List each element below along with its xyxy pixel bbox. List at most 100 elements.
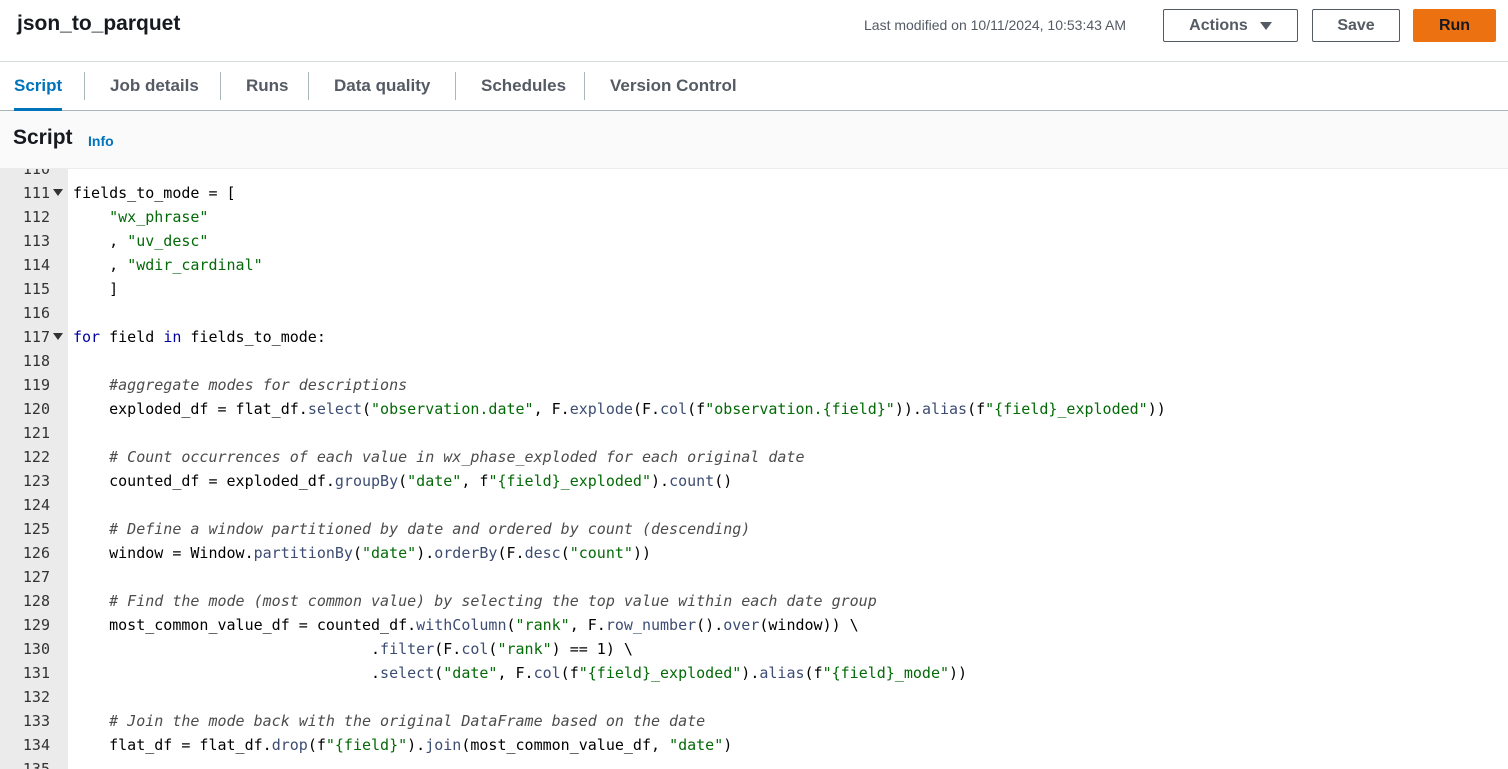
line-number: 128 [22, 592, 50, 610]
code-line: 121 [0, 421, 1508, 445]
code-text: .filter(F.col("rank") == 1) \ [73, 640, 633, 658]
line-number: 122 [22, 448, 50, 466]
code-text: exploded_df = flat_df.select("observatio… [73, 400, 1166, 418]
line-number: 119 [22, 376, 50, 394]
tab-label: Data quality [334, 76, 431, 95]
code-line: 113 , "uv_desc" [0, 229, 1508, 253]
tab-label: Runs [246, 76, 289, 95]
line-number: 127 [22, 568, 50, 586]
line-number: 112 [22, 208, 50, 226]
code-line: 130 .filter(F.col("rank") == 1) \ [0, 637, 1508, 661]
line-number: 125 [22, 520, 50, 538]
fold-arrow-icon[interactable] [53, 189, 63, 196]
code-line: 120 exploded_df = flat_df.select("observ… [0, 397, 1508, 421]
actions-button-label: Actions [1189, 16, 1248, 34]
line-number: 126 [22, 544, 50, 562]
code-text: # Find the mode (most common value) by s… [109, 592, 877, 610]
code-line: 134 flat_df = flat_df.drop(f"{field}").j… [0, 733, 1508, 757]
code-line: 132 [0, 685, 1508, 709]
code-text: # Define a window partitioned by date an… [109, 520, 751, 538]
tab-runs[interactable]: Runs [246, 62, 289, 110]
job-title: json_to_parquet [17, 12, 181, 35]
save-button-label: Save [1337, 16, 1375, 34]
code-text: .select("date", F.col(f"{field}_exploded… [73, 664, 968, 682]
tab-bar: Script Job details Runs Data quality Sch… [0, 62, 1508, 111]
tab-schedules[interactable]: Schedules [481, 62, 566, 110]
code-text: , "wdir_cardinal" [73, 256, 263, 274]
line-number: 121 [22, 424, 50, 442]
line-number: 113 [22, 232, 50, 250]
line-number: 114 [22, 256, 50, 274]
fold-arrow-icon[interactable] [53, 333, 63, 340]
code-line: 111 fields_to_mode = [ [0, 181, 1508, 205]
line-number: 124 [22, 496, 50, 514]
code-line: 117 for field in fields_to_mode: [0, 325, 1508, 349]
line-number: 130 [22, 640, 50, 658]
code-line: 122 # Count occurrences of each value in… [0, 445, 1508, 469]
line-number: 120 [22, 400, 50, 418]
tab-version-control[interactable]: Version Control [610, 62, 737, 110]
run-button[interactable]: Run [1413, 9, 1496, 42]
code-text: #aggregate modes for descriptions [109, 376, 408, 394]
code-text: ] [73, 280, 119, 298]
code-editor[interactable]: 110 111 fields_to_mode = [112 "wx_phrase" 1… [0, 169, 1508, 769]
script-section-header: Script Info [0, 111, 1508, 169]
code-text: "wx_phrase" [109, 208, 209, 226]
line-number: 123 [22, 472, 50, 490]
tab-label: Job details [110, 76, 199, 95]
info-link[interactable]: Info [88, 133, 114, 149]
tab-divider [455, 72, 456, 100]
line-number: 118 [22, 352, 50, 370]
tab-divider [84, 72, 85, 100]
code-line: 133 # Join the mode back with the origin… [0, 709, 1508, 733]
code-line: 114 , "wdir_cardinal" [0, 253, 1508, 277]
line-number: 133 [22, 712, 50, 730]
line-number: 135 [22, 760, 50, 769]
tab-divider [220, 72, 221, 100]
line-number: 110 [22, 169, 50, 178]
code-line: 135 [0, 757, 1508, 769]
code-text: counted_df = exploded_df.groupBy("date",… [73, 472, 733, 490]
line-number: 132 [22, 688, 50, 706]
code-line: 123 counted_df = exploded_df.groupBy("da… [0, 469, 1508, 493]
tab-divider [308, 72, 309, 100]
code-line: 119 #aggregate modes for descriptions [0, 373, 1508, 397]
code-text: # Join the mode back with the original D… [109, 712, 706, 730]
code-line: 112 "wx_phrase" [0, 205, 1508, 229]
code-text: fields_to_mode = [ [73, 184, 236, 202]
code-text: flat_df = flat_df.drop(f"{field}").join(… [73, 736, 733, 754]
tab-script[interactable]: Script [14, 62, 63, 111]
tab-label: Version Control [610, 76, 737, 95]
code-text: for field in fields_to_mode: [73, 328, 326, 346]
page-header: json_to_parquet Last modified on 10/11/2… [0, 0, 1508, 62]
section-title: Script [13, 126, 73, 149]
line-number: 131 [22, 664, 50, 682]
code-line: 124 [0, 493, 1508, 517]
tab-job-details[interactable]: Job details [110, 62, 199, 110]
code-line: 118 [0, 349, 1508, 373]
code-text: , "uv_desc" [73, 232, 209, 250]
tab-label: Schedules [481, 76, 567, 95]
save-button[interactable]: Save [1312, 9, 1400, 42]
tab-label: Script [14, 76, 63, 95]
line-number: 111 [22, 184, 50, 202]
code-text: window = Window.partitionBy("date").orde… [73, 544, 651, 562]
code-line: 131 .select("date", F.col(f"{field}_expl… [0, 661, 1508, 685]
code-line: 115 ] [0, 277, 1508, 301]
code-text: most_common_value_df = counted_df.withCo… [73, 616, 859, 634]
run-button-label: Run [1438, 16, 1471, 34]
code-line: 128 # Find the mode (most common value) … [0, 589, 1508, 613]
line-number: 115 [22, 280, 50, 298]
actions-button[interactable]: Actions [1163, 9, 1298, 42]
tab-divider [584, 72, 585, 100]
code-line: 129 most_common_value_df = counted_df.wi… [0, 613, 1508, 637]
tab-data-quality[interactable]: Data quality [334, 62, 430, 110]
code-text: # Count occurrences of each value in wx_… [109, 448, 805, 466]
code-line: 126 window = Window.partitionBy("date").… [0, 541, 1508, 565]
code-line: 125 # Define a window partitioned by dat… [0, 517, 1508, 541]
caret-down-icon [1259, 21, 1272, 30]
line-number: 117 [22, 328, 50, 346]
code-line: 116 [0, 301, 1508, 325]
code-lines: 110 111 fields_to_mode = [112 "wx_phrase" 1… [0, 169, 1508, 769]
line-number: 134 [22, 736, 50, 754]
